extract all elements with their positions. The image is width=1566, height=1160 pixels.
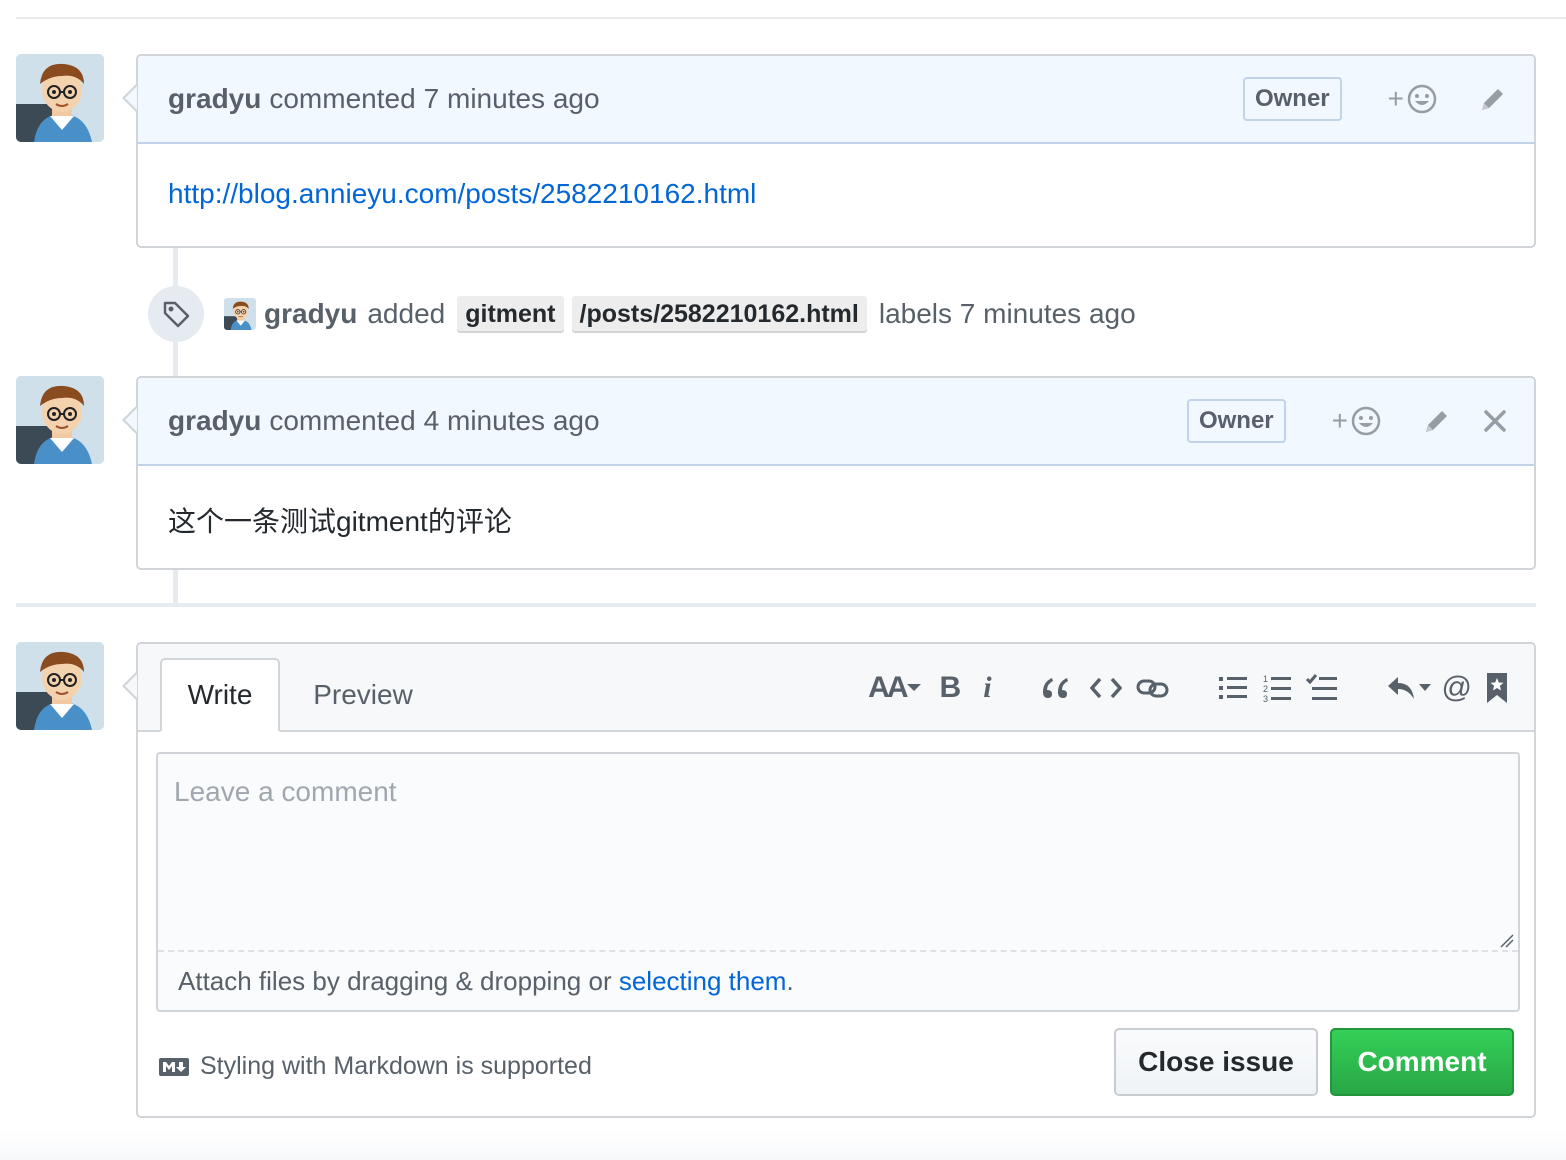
new-comment-form: Write Preview AA B i 123 @ Leave a comme… xyxy=(122,642,1536,1118)
comment-actions: Owner + xyxy=(1186,378,1508,464)
plus-glyph: + xyxy=(1331,405,1348,436)
comment-time[interactable]: 4 minutes ago xyxy=(424,405,600,437)
heading-button[interactable]: AA xyxy=(868,671,921,705)
mention-button[interactable]: @ xyxy=(1442,671,1472,705)
tag-icon xyxy=(163,301,190,328)
edit-comment-button[interactable] xyxy=(1422,406,1452,436)
comment-link[interactable]: http://blog.annieyu.com/posts/2582210162… xyxy=(168,178,756,209)
comment-time[interactable]: 7 minutes ago xyxy=(424,83,600,115)
reply-button[interactable] xyxy=(1386,675,1432,701)
editor-footer: Styling with Markdown is supported Close… xyxy=(158,1028,1514,1098)
select-files-link[interactable]: selecting them xyxy=(619,966,787,996)
markdown-note-text: Styling with Markdown is supported xyxy=(200,1052,592,1080)
markdown-note[interactable]: Styling with Markdown is supported xyxy=(158,1052,592,1081)
bold-icon: B xyxy=(939,671,962,704)
task-list-icon xyxy=(1305,674,1337,700)
event-tail: labels 7 minutes ago xyxy=(878,298,1136,329)
event-action: added xyxy=(367,298,446,329)
tag-badge xyxy=(148,286,204,342)
comment-header: gradyu commented 7 minutes ago Owner + xyxy=(138,56,1534,144)
heading-text-icon: AA xyxy=(868,671,908,704)
discussion-divider xyxy=(16,603,1536,607)
quote-button[interactable] xyxy=(1040,674,1070,702)
delete-comment-button[interactable] xyxy=(1482,408,1508,434)
italic-icon: i xyxy=(983,671,992,704)
comment-body: http://blog.annieyu.com/posts/2582210162… xyxy=(138,144,1534,244)
comment-actions: Owner + xyxy=(1242,56,1508,142)
label-gitment[interactable]: gitment xyxy=(457,295,564,333)
smiley-icon xyxy=(1407,84,1437,114)
task-list-button[interactable] xyxy=(1305,673,1338,703)
label-event: gradyu added gitment /posts/2582210162.h… xyxy=(148,284,1136,344)
close-icon xyxy=(1484,410,1506,432)
saved-replies-button[interactable] xyxy=(1486,672,1508,704)
italic-button[interactable]: i xyxy=(983,671,991,705)
file-drop-zone[interactable]: Attach files by dragging & dropping or s… xyxy=(158,950,1518,1010)
comment-1: gradyu commented 7 minutes ago Owner + h… xyxy=(122,54,1536,248)
comment-author[interactable]: gradyu xyxy=(168,83,261,115)
tab-preview[interactable]: Preview xyxy=(298,658,428,732)
link-icon xyxy=(1136,679,1169,698)
comment-button[interactable]: Comment xyxy=(1330,1028,1514,1096)
comment-text: 这个一条测试gitment的评论 xyxy=(168,506,512,537)
timeline-connector xyxy=(173,570,178,604)
chevron-down-icon xyxy=(1418,684,1431,691)
ordered-list-icon: 123 xyxy=(1263,674,1291,703)
chevron-down-icon xyxy=(906,684,921,691)
top-divider xyxy=(16,17,1566,19)
event-author[interactable]: gradyu xyxy=(264,298,357,330)
add-reaction-button[interactable]: + xyxy=(1388,83,1438,115)
editor-header: Write Preview AA B i 123 @ xyxy=(138,644,1534,732)
svg-text:1: 1 xyxy=(1263,674,1268,684)
avatar[interactable] xyxy=(16,54,104,142)
plus-glyph: + xyxy=(1387,83,1404,114)
bold-button[interactable]: B xyxy=(940,671,962,705)
ordered-list-button[interactable]: 123 xyxy=(1262,673,1292,703)
comment-2: gradyu commented 4 minutes ago Owner + 这… xyxy=(122,376,1536,570)
markdown-icon xyxy=(159,1057,189,1076)
quote-icon xyxy=(1042,678,1068,698)
page-bottom xyxy=(0,1130,1566,1160)
comment-action: commented xyxy=(269,83,416,114)
svg-text:2: 2 xyxy=(1263,684,1268,694)
tab-write[interactable]: Write xyxy=(160,658,280,732)
bookmark-icon xyxy=(1487,673,1507,703)
unordered-list-icon xyxy=(1218,677,1247,699)
smiley-icon xyxy=(1351,406,1381,436)
edit-comment-button[interactable] xyxy=(1478,84,1508,114)
close-issue-button[interactable]: Close issue xyxy=(1114,1028,1318,1096)
attach-suffix: . xyxy=(786,966,794,996)
mention-icon: @ xyxy=(1441,671,1472,704)
comment-header: gradyu commented 4 minutes ago Owner + xyxy=(138,378,1534,466)
unordered-list-button[interactable] xyxy=(1218,674,1248,702)
comment-author[interactable]: gradyu xyxy=(168,405,261,437)
owner-label: Owner xyxy=(1242,77,1342,121)
label-post-path[interactable]: /posts/2582210162.html xyxy=(571,295,867,333)
svg-text:3: 3 xyxy=(1263,694,1268,703)
write-area: Attach files by dragging & dropping or s… xyxy=(156,752,1520,1012)
code-button[interactable] xyxy=(1089,675,1122,701)
comment-textarea[interactable] xyxy=(158,754,1518,950)
avatar[interactable] xyxy=(16,376,104,464)
pencil-icon xyxy=(1482,89,1503,110)
owner-label: Owner xyxy=(1186,399,1286,443)
code-icon xyxy=(1089,677,1122,699)
avatar[interactable] xyxy=(16,642,104,730)
event-avatar[interactable] xyxy=(224,298,256,330)
comment-action: commented xyxy=(269,405,416,436)
resize-grip-icon xyxy=(1500,934,1514,948)
attach-text: Attach files by dragging & dropping or xyxy=(178,966,619,996)
link-button[interactable] xyxy=(1136,675,1170,701)
markdown-toolbar: AA B i 123 @ xyxy=(854,664,1508,712)
add-reaction-button[interactable]: + xyxy=(1332,405,1382,437)
comment-body: 这个一条测试gitment的评论 xyxy=(138,466,1534,574)
reply-icon xyxy=(1387,677,1414,699)
pencil-icon xyxy=(1426,411,1447,432)
